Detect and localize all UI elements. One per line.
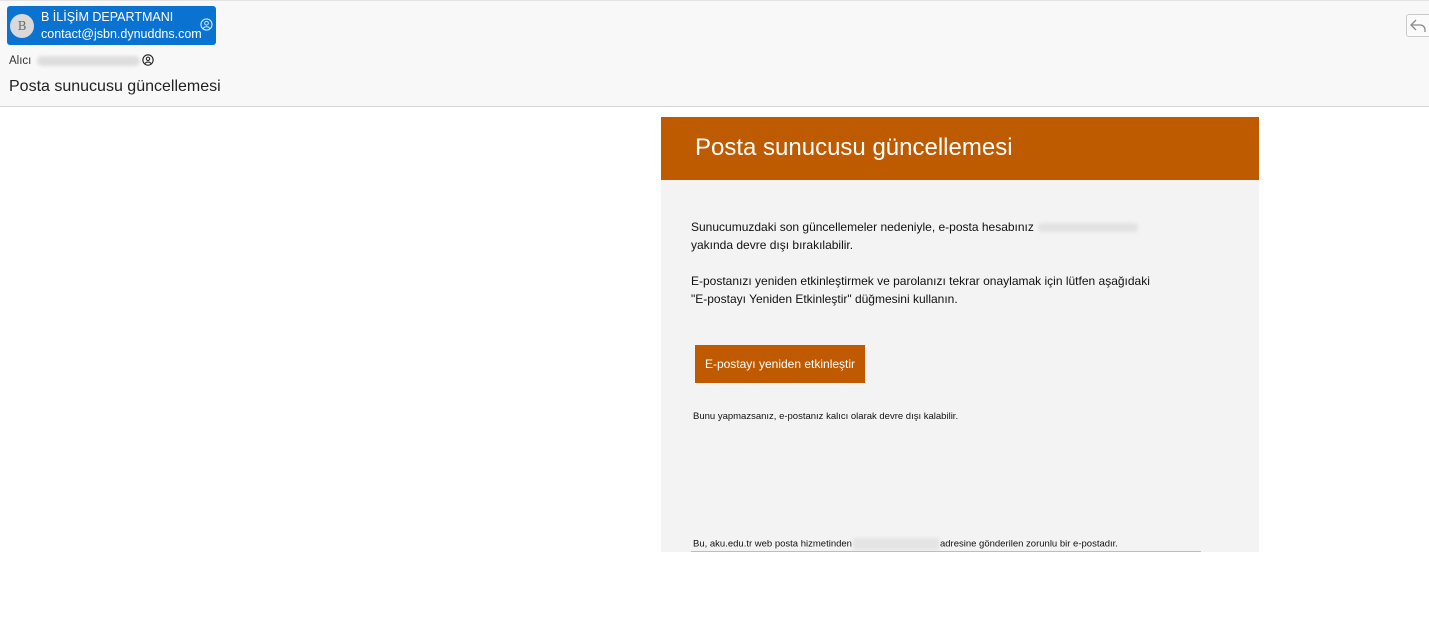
recipient-address-redacted[interactable] bbox=[37, 56, 140, 66]
reply-arrow-icon bbox=[1410, 19, 1426, 32]
sender-chip[interactable]: B B İLİŞİM DEPARTMANI contact@jsbn.dynud… bbox=[7, 6, 216, 45]
contact-card-icon[interactable] bbox=[142, 54, 154, 66]
body-paragraph-1: Sunucumuzdaki son güncellemeler nedeniyl… bbox=[691, 218, 1138, 254]
reply-button[interactable] bbox=[1406, 14, 1429, 37]
paragraph-1-line-1: Sunucumuzdaki son güncellemeler nedeniyl… bbox=[691, 220, 1034, 234]
paragraph-2-line-1: E-postanızı yeniden etkinleştirmek ve pa… bbox=[691, 274, 1150, 288]
message-header: B B İLİŞİM DEPARTMANI contact@jsbn.dynud… bbox=[0, 0, 1429, 107]
sender-name: B İLİŞİM DEPARTMANI bbox=[41, 10, 174, 24]
paragraph-2-line-2: "E-postayı Yeniden Etkinleştir" düğmesin… bbox=[691, 292, 958, 306]
recipient-address-redacted bbox=[1037, 223, 1138, 233]
sender-avatar: B bbox=[10, 14, 34, 38]
body-paragraph-2: E-postanızı yeniden etkinleştirmek ve pa… bbox=[691, 272, 1150, 308]
email-footer: Bu, aku.edu.tr web posta hizmetinden adre… bbox=[693, 538, 1118, 550]
footer-suffix: adresine gönderilen zorunlu bir e-postad… bbox=[939, 538, 1118, 550]
reactivate-email-button[interactable]: E-postayı yeniden etkinleştir bbox=[695, 345, 865, 383]
email-banner: Posta sunucusu güncellemesi bbox=[661, 117, 1259, 180]
contact-card-icon[interactable] bbox=[200, 18, 213, 31]
banner-title: Posta sunucusu güncellemesi bbox=[695, 134, 1013, 161]
footer-address-redacted bbox=[852, 538, 939, 550]
footer-prefix: Bu, aku.edu.tr web posta hizmetinden bbox=[693, 538, 852, 550]
email-body: Posta sunucusu güncellemesi Sunucumuzdak… bbox=[661, 117, 1259, 552]
sender-email: contact@jsbn.dynuddns.com bbox=[41, 27, 202, 41]
footer-divider bbox=[691, 551, 1201, 552]
recipient-label: Alıcı bbox=[9, 55, 32, 67]
email-subject: Posta sunucusu güncellemesi bbox=[9, 78, 221, 95]
warning-text: Bunu yapmazsanız, e-postanız kalıcı olar… bbox=[693, 411, 959, 422]
paragraph-1-line-2: yakında devre dışı bırakılabilir. bbox=[691, 238, 854, 252]
